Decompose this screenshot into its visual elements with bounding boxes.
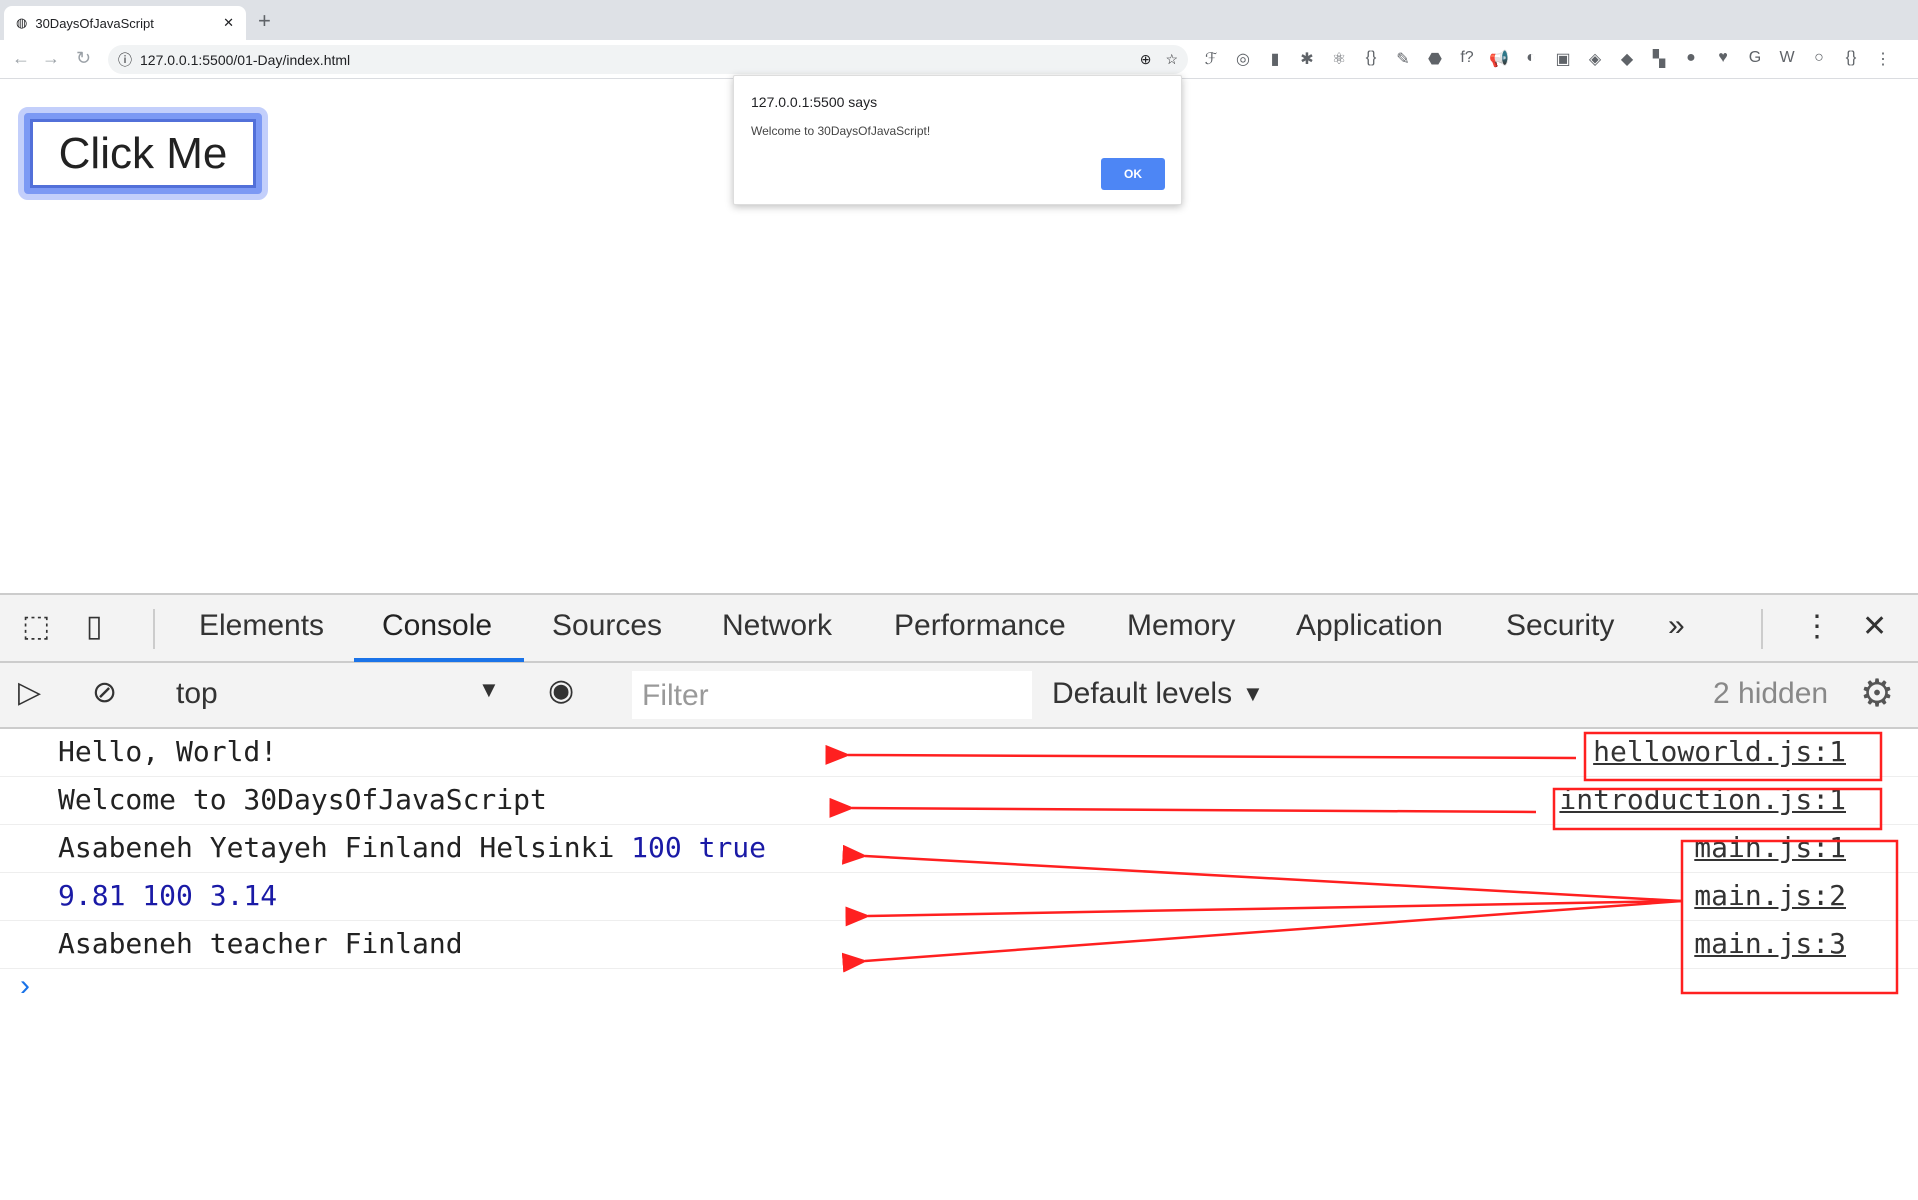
annotation-box — [1680, 839, 1899, 995]
annotation-arrow — [841, 899, 1683, 973]
annotation-overlay — [825, 731, 1899, 995]
annotation-arrow — [845, 899, 1683, 927]
annotation-arrow — [829, 797, 1537, 818]
annotation-box — [1552, 787, 1883, 831]
annotation-box — [1583, 731, 1883, 782]
annotation-arrow — [825, 744, 1577, 765]
annotation-arrow — [841, 844, 1683, 903]
